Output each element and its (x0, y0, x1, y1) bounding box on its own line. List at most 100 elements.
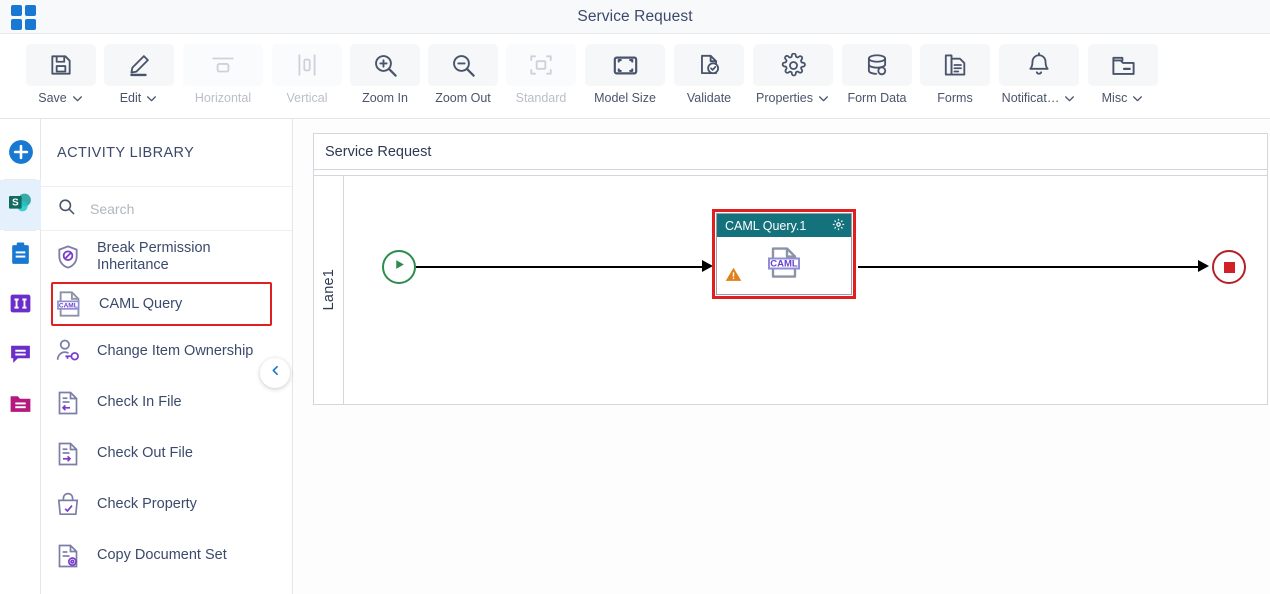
svg-text:CAML: CAML (770, 258, 798, 269)
gear-icon (753, 44, 833, 86)
lane-label-column: Lane1 (314, 176, 344, 404)
activity-item-caml-query[interactable]: CAML CAML Query (51, 282, 272, 326)
toolbar-notifications-text: Notificat… (1001, 91, 1060, 105)
pool-title: Service Request (314, 134, 1267, 170)
rail-item-tasks[interactable] (0, 231, 41, 281)
activity-item-label: Check Property (97, 496, 197, 512)
toolbar-properties-label: Properties (756, 91, 830, 105)
database-icon (842, 44, 912, 86)
activity-item-check-in-file[interactable]: Check In File (41, 377, 292, 428)
rail-item-add[interactable] (0, 129, 41, 179)
document-gear-icon (53, 543, 83, 569)
toolbar-validate-text: Validate (686, 91, 732, 105)
end-event-node[interactable] (1212, 250, 1246, 284)
toolbar-model-size-button[interactable]: Model Size (580, 34, 670, 105)
toolbar-edit-label: Edit (120, 91, 159, 105)
toolbar-vertical-text: Vertical (286, 91, 328, 105)
toolbar-misc-button[interactable]: Misc (1084, 34, 1162, 105)
toolbar-forms-label: Forms (937, 91, 972, 105)
toolbar-validate-label: Validate (687, 91, 731, 105)
collapse-panel-button[interactable] (260, 358, 290, 388)
folder-minus-icon (1088, 44, 1158, 86)
chevron-down-icon[interactable] (1063, 92, 1076, 105)
lane-label: Lane1 (320, 269, 337, 311)
caml-document-icon: CAML (762, 240, 806, 289)
lane: Lane1 CAML Query.1 CAML (314, 176, 1267, 404)
clipboard-icon (8, 241, 33, 271)
activity-item-label: CAML Query (99, 295, 183, 312)
sequence-flow-1 (416, 266, 704, 268)
person-key-icon (53, 338, 83, 365)
start-event-node[interactable] (382, 250, 416, 284)
activity-item-label: Change Item Ownership (97, 343, 254, 359)
rail-item-comments[interactable] (0, 331, 41, 381)
svg-text:S: S (11, 197, 18, 208)
chevron-left-icon (269, 364, 282, 382)
caml-query-task-node[interactable]: CAML Query.1 CAML (712, 209, 856, 299)
svg-text:CAML: CAML (59, 302, 78, 309)
task-title: CAML Query.1 (725, 218, 807, 233)
rail-item-sharepoint[interactable]: S (0, 180, 41, 230)
toolbar-edit-button[interactable]: Edit (100, 34, 178, 105)
process-pool: Service Request Lane1 CAML Query.1 CAML (313, 133, 1268, 405)
gear-icon[interactable] (832, 218, 845, 234)
toolbar-misc-text: Misc (1101, 91, 1128, 105)
rail-item-files[interactable] (0, 381, 41, 431)
activity-item-copy-document-set[interactable]: Copy Document Set (41, 530, 292, 581)
toolbar-zoom-out-label: Zoom Out (435, 91, 491, 105)
chevron-down-icon[interactable] (145, 92, 158, 105)
activity-item-label: Check In File (97, 394, 182, 410)
toolbar-save-text: Save (38, 91, 67, 105)
toolbar-form-data-button[interactable]: Form Data (838, 34, 916, 105)
chevron-down-icon[interactable] (71, 92, 84, 105)
toolbar-horizontal-label: Horizontal (195, 91, 251, 105)
search-row[interactable] (41, 187, 292, 231)
toolbar-standard-button: Standard (502, 34, 580, 105)
toolbar-form-data-label: Form Data (847, 91, 906, 105)
model-size-icon (585, 44, 665, 86)
zoom-out-icon (428, 44, 498, 86)
workflow-canvas[interactable]: Service Request Lane1 CAML Query.1 CAML (293, 119, 1270, 594)
toolbar-properties-button[interactable]: Properties (748, 34, 838, 105)
toolbar-forms-button[interactable]: Forms (916, 34, 994, 105)
toolbar-model-size-label: Model Size (594, 91, 656, 105)
left-icon-rail: S (0, 119, 41, 594)
chevron-down-icon[interactable] (817, 92, 830, 105)
rail-item-columns[interactable] (0, 281, 41, 331)
activity-item-check-out-file[interactable]: Check Out File (41, 428, 292, 479)
toolbar-form-data-text: Form Data (847, 91, 907, 105)
toolbar-properties-text: Properties (756, 91, 813, 105)
activity-item-change-item-ownership[interactable]: Change Item Ownership (41, 326, 292, 377)
toolbar-validate-button[interactable]: Validate (670, 34, 748, 105)
activity-item-break-permission-inheritance[interactable]: Break Permission Inheritance (41, 231, 292, 282)
toolbar-notifications-button[interactable]: Notificat… (994, 34, 1084, 105)
caml-document-icon: CAML (55, 289, 85, 319)
activity-item-label: Copy Document Set (97, 547, 227, 563)
horizontal-align-icon (183, 44, 263, 86)
activity-library-panel: ACTIVITY LIBRARY Break Permission Inheri… (41, 119, 293, 594)
warning-triangle-icon (725, 266, 742, 288)
activity-library-title: ACTIVITY LIBRARY (41, 119, 292, 187)
toolbar-zoom-in-button[interactable]: Zoom In (346, 34, 424, 105)
bell-icon (999, 44, 1079, 86)
shield-block-icon (53, 244, 83, 270)
toolbar-edit-text: Edit (119, 91, 142, 105)
comment-icon (8, 341, 33, 371)
toolbar-save-label: Save (38, 91, 84, 105)
title-bar: Service Request (0, 0, 1270, 34)
columns-icon (8, 291, 33, 321)
search-input[interactable] (88, 199, 258, 218)
toolbar-horizontal-button: Horizontal (178, 34, 268, 105)
toolbar-zoom-in-label: Zoom In (362, 91, 408, 105)
toolbar: Save Edit Horizontal Vertical Zoom In Zoom Ou… (0, 34, 1270, 119)
toolbar-zoom-out-button[interactable]: Zoom Out (424, 34, 502, 105)
activity-item-check-property[interactable]: Check Property (41, 479, 292, 530)
chevron-down-icon[interactable] (1131, 92, 1144, 105)
toolbar-save-button[interactable]: Save (22, 34, 100, 105)
plus-circle-icon (8, 139, 34, 170)
task-body: CAML (717, 237, 851, 294)
sequence-flow-2-arrowhead (1198, 260, 1209, 272)
bag-check-icon (53, 492, 83, 518)
folder-icon (8, 391, 33, 421)
document-in-icon (53, 390, 83, 416)
